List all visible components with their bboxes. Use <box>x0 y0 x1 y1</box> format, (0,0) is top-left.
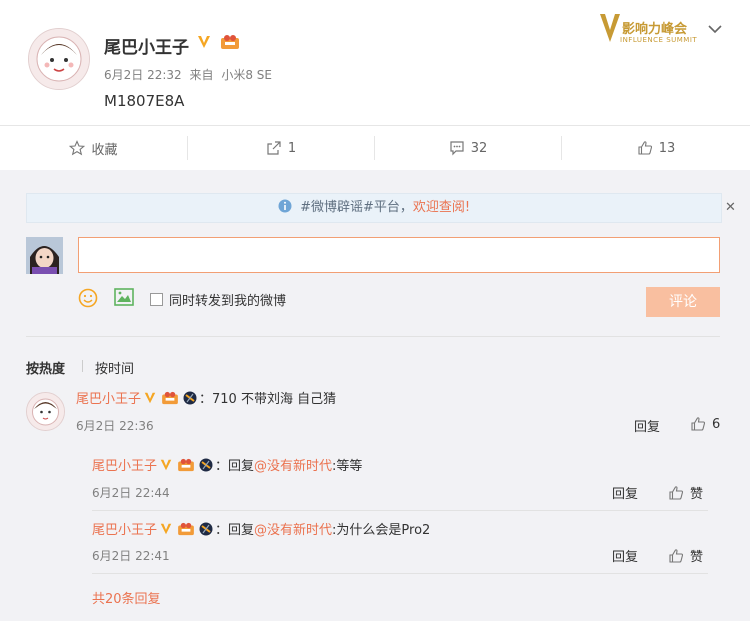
reply-like-label: 赞 <box>690 550 704 565</box>
brand-sub: INFLUENCE SUMMIT <box>620 36 698 44</box>
more-replies-link[interactable]: 共20条回复 <box>92 588 161 607</box>
forward-label: 同时转发到我的微博 <box>169 294 287 309</box>
info-icon <box>278 199 292 213</box>
reply-text: :为什么会是Pro2 <box>332 523 431 538</box>
reply-button[interactable]: 回复 <box>612 546 638 565</box>
current-user-avatar[interactable] <box>26 237 63 274</box>
reply-like-button[interactable]: 赞 <box>668 483 703 502</box>
rumor-notice: #微博辟谣#平台，欢迎查阅! ✕ <box>26 193 736 223</box>
member-icon[interactable] <box>177 458 195 472</box>
submit-comment-button[interactable]: 评论 <box>646 287 720 317</box>
member-icon[interactable] <box>161 391 179 405</box>
author-name[interactable]: 尾巴小王子 <box>104 33 189 58</box>
comment-time: 6月2日 22:36 <box>76 419 154 433</box>
verified-v-icon <box>198 36 210 48</box>
post-source[interactable]: 小米8 SE <box>221 68 272 82</box>
medal-icon[interactable] <box>199 458 213 472</box>
reply-row: 尾巴小王子 ：回复 @没有新时代:等等 <box>92 455 362 474</box>
comment-icon <box>450 141 464 156</box>
divider <box>82 360 83 372</box>
reply-mention[interactable]: @没有新时代 <box>254 519 332 538</box>
like-button[interactable]: 13 <box>562 126 750 170</box>
image-icon[interactable] <box>114 288 134 306</box>
medal-icon[interactable] <box>199 522 213 536</box>
sort-time-tab[interactable]: 按时间 <box>95 358 134 377</box>
member-icon[interactable] <box>177 522 195 536</box>
medal-icon[interactable] <box>183 391 197 405</box>
comment-author[interactable]: 尾巴小王子 <box>76 388 141 407</box>
collect-label: 收藏 <box>91 142 118 158</box>
author-avatar[interactable] <box>28 28 90 90</box>
reply-time: 6月2日 22:41 <box>92 549 170 563</box>
reply-row: 尾巴小王子 ：回复 @没有新时代:为什么会是Pro2 <box>92 519 430 538</box>
forward-option[interactable]: 同时转发到我的微博 <box>150 290 286 309</box>
member-icon[interactable] <box>220 34 240 50</box>
collect-button[interactable]: 收藏 <box>0 126 187 170</box>
reply-text: :等等 <box>332 459 363 474</box>
divider <box>92 573 708 574</box>
source-prefix: 来自 <box>189 68 214 82</box>
thumb-up-icon <box>669 485 684 500</box>
comment-input[interactable] <box>78 237 720 273</box>
share-icon <box>267 141 281 155</box>
verified-v-icon <box>160 459 172 470</box>
repost-button[interactable]: 1 <box>188 126 374 170</box>
comment-text: ：710 不带刘海 自己猜 <box>199 392 337 407</box>
thumb-up-icon <box>691 417 706 431</box>
reply-prefix: ：回复 <box>215 523 255 538</box>
verified-v-icon <box>144 392 156 403</box>
notice-link[interactable]: 欢迎查阅! <box>413 200 470 215</box>
close-icon[interactable]: ✕ <box>725 200 736 215</box>
comment-text-field[interactable] <box>79 238 719 272</box>
notice-tag[interactable]: #微博辟谣#平台， <box>300 200 413 215</box>
reply-like-label: 赞 <box>690 487 704 502</box>
action-bar: 收藏 1 32 13 <box>0 125 750 170</box>
forward-checkbox[interactable] <box>150 293 163 306</box>
emoji-icon[interactable] <box>78 288 98 308</box>
comment-like-count: 6 <box>712 416 721 432</box>
chevron-down-icon[interactable] <box>708 24 722 34</box>
thumb-up-icon <box>669 548 684 563</box>
reply-like-button[interactable]: 赞 <box>668 546 703 565</box>
commenter-avatar[interactable] <box>26 392 65 431</box>
comment-like-button[interactable]: 6 <box>690 416 720 432</box>
comment-row: 尾巴小王子 ：710 不带刘海 自己猜 <box>76 388 336 407</box>
thumb-up-icon <box>638 141 652 155</box>
verified-v-icon <box>160 523 172 534</box>
reply-prefix: ：回复 <box>215 459 255 474</box>
post-time[interactable]: 6月2日 22:32 <box>104 68 182 82</box>
post-content: M1807E8A <box>104 92 185 110</box>
brand-name: 影响力峰会 <box>622 22 688 37</box>
post-header: 尾巴小王子 6月2日 22:32 来自 小米8 SE M1807E8A 影响力峰… <box>0 0 750 125</box>
weibo-post-card: 尾巴小王子 6月2日 22:32 来自 小米8 SE M1807E8A 影响力峰… <box>0 0 750 621</box>
reply-author[interactable]: 尾巴小王子 <box>92 519 157 538</box>
divider <box>26 336 720 337</box>
notice-text: #微博辟谣#平台，欢迎查阅! <box>27 194 721 222</box>
reply-button[interactable]: 回复 <box>634 416 660 435</box>
reply-author[interactable]: 尾巴小王子 <box>92 455 157 474</box>
sort-hot-tab[interactable]: 按热度 <box>26 358 65 377</box>
star-icon <box>69 140 86 156</box>
comment-button[interactable]: 32 <box>375 126 561 170</box>
like-count: 13 <box>658 140 676 156</box>
post-meta: 6月2日 22:32 来自 小米8 SE <box>104 66 276 83</box>
reply-mention[interactable]: @没有新时代 <box>254 455 332 474</box>
comment-count: 32 <box>470 140 488 156</box>
repost-count: 1 <box>287 140 297 156</box>
reply-time: 6月2日 22:44 <box>92 486 170 500</box>
reply-button[interactable]: 回复 <box>612 483 638 502</box>
divider <box>92 510 708 511</box>
